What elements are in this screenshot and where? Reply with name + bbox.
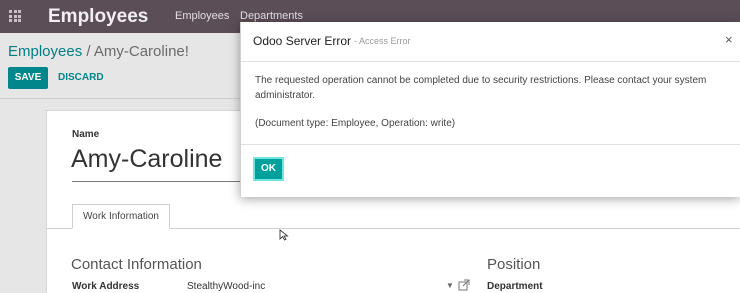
dialog-header-divider bbox=[241, 61, 740, 62]
department-label: Department bbox=[487, 281, 543, 292]
name-field-underline bbox=[72, 181, 242, 182]
menu-departments[interactable]: Departments bbox=[240, 10, 303, 22]
app-brand[interactable]: Employees bbox=[48, 6, 148, 28]
save-button[interactable]: SAVE bbox=[8, 67, 48, 89]
dialog-subtitle: - Access Error bbox=[354, 36, 411, 46]
breadcrumb-current: Amy-Caroline! bbox=[93, 43, 189, 60]
menu-employees[interactable]: Employees bbox=[175, 10, 229, 22]
dialog-detail: (Document type: Employee, Operation: wri… bbox=[255, 118, 456, 129]
apps-grid-icon[interactable] bbox=[9, 10, 21, 22]
ok-button[interactable]: OK bbox=[253, 157, 284, 181]
name-field[interactable]: Amy-Caroline bbox=[71, 145, 222, 174]
dialog-message: The requested operation cannot be comple… bbox=[255, 75, 707, 101]
external-link-icon[interactable] bbox=[458, 279, 470, 291]
mouse-cursor-icon bbox=[279, 229, 289, 241]
name-label: Name bbox=[72, 129, 100, 140]
caret-down-icon[interactable]: ▼ bbox=[446, 281, 454, 290]
dialog-footer-divider bbox=[241, 144, 740, 145]
breadcrumb-parent[interactable]: Employees bbox=[8, 43, 82, 60]
tab-work-information[interactable]: Work Information bbox=[72, 204, 170, 229]
contact-section-title: Contact Information bbox=[71, 256, 202, 273]
work-address-field[interactable]: StealthyWood-inc bbox=[187, 281, 265, 292]
position-section-title: Position bbox=[487, 256, 541, 273]
error-dialog: Odoo Server Error - Access Error × The r… bbox=[240, 22, 740, 197]
close-icon[interactable]: × bbox=[725, 32, 733, 47]
breadcrumb: Employees / Amy-Caroline! bbox=[8, 43, 189, 60]
discard-button[interactable]: DISCARD bbox=[58, 67, 104, 89]
work-address-label: Work Address bbox=[72, 281, 140, 292]
dialog-title: Odoo Server Error bbox=[253, 34, 352, 48]
breadcrumb-separator: / bbox=[86, 43, 91, 60]
